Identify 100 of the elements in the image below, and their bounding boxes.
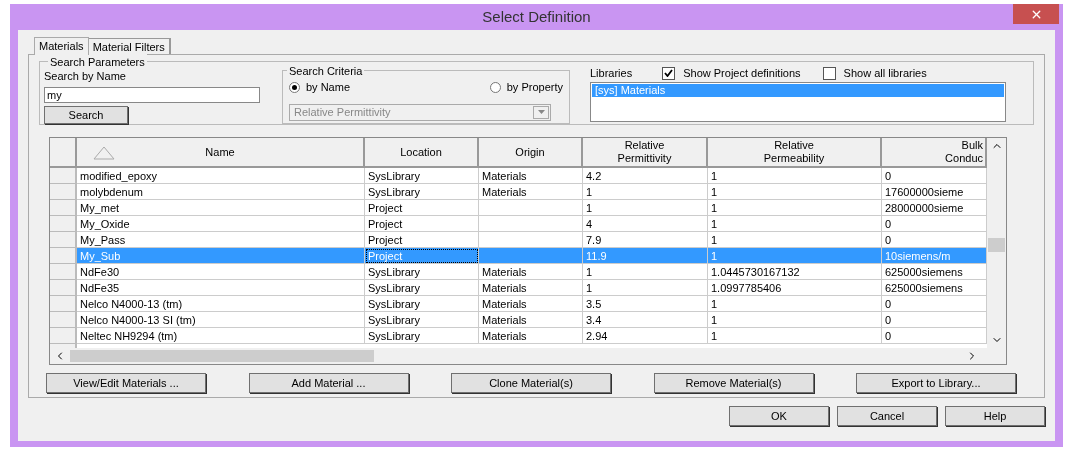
table-row[interactable]: My_Pass Project 7.9 1 0 [50,232,987,249]
column-header[interactable]: Relative Permeability [708,138,882,169]
table-cell: 0 [882,296,987,313]
checkbox[interactable] [662,66,676,80]
table-cell: 3.5 [583,296,708,313]
table-cell: 0 [882,312,987,329]
table-cell: molybdenum [77,184,365,201]
radio-label: by Name [306,80,351,95]
dropdown-arrow-icon [537,110,545,114]
table-cell: 1 [708,184,882,201]
column-header[interactable]: Relative Permittivity [583,138,708,169]
scrollbar-thumb[interactable] [70,350,374,362]
table-cell: SysLibrary [365,280,479,297]
dialog-button[interactable]: Cancel [837,406,937,426]
table-cell: Materials [479,264,583,281]
table-cell: 4.2 [583,168,708,185]
table-cell: SysLibrary [365,168,479,185]
table-cell: 0 [882,232,987,249]
table-cell: SysLibrary [365,296,479,313]
table-row[interactable]: Nelco N4000-13 SI (tm) SysLibrary Materials 3.4 1 0 [50,312,987,329]
table-cell: 1 [583,200,708,217]
table-cell: 1 [583,280,708,297]
table-row[interactable]: Neltec NH9294 (tm) SysLibrary Materials 2.94 1 0 [50,328,987,345]
search-field[interactable]: my [44,86,260,103]
table-cell: Nelco N4000-13 SI (tm) [77,312,365,329]
table-cell: 11.9 [583,248,708,265]
table-cell: Materials [479,280,583,297]
table-cell: My_Sub [77,248,365,265]
table-cell: 7.9 [583,232,708,249]
table-cell: 10siemens/m [882,248,987,265]
table-cell: My_met [77,200,365,217]
action-button[interactable]: Export to Library... [856,373,1016,393]
table-cell: Materials [479,168,583,185]
action-button[interactable]: Add Material ... [248,373,409,393]
table-cell: Nelco N4000-13 (tm) [77,296,365,313]
table-cell: 17600000sieme [882,184,987,201]
table-cell: NdFe30 [77,264,365,281]
radio-button[interactable] [289,81,300,93]
table-cell: My_Oxide [77,216,365,233]
table-cell: My_Pass [77,232,365,249]
field-label: Search by Name [44,69,127,84]
table-cell: Materials [479,296,583,313]
table-cell: SysLibrary [365,328,479,345]
table-cell: 0 [882,168,987,185]
table-cell: Materials [479,312,583,329]
table-cell: SysLibrary [365,264,479,281]
column-header[interactable]: Location [365,138,479,169]
table-row[interactable]: My_met Project 1 1 28000000sieme [50,200,987,217]
column-header[interactable]: Bulk Conduc [882,138,987,169]
table-cell: Materials [479,328,583,345]
libraries-label: Libraries [590,65,633,81]
table-cell: Project [365,200,479,217]
radio-label: by Property [506,80,563,95]
table-cell: SysLibrary [365,184,479,201]
column-header[interactable]: Origin [479,138,583,169]
table-cell: 1.0997785406 [708,280,882,297]
table-row[interactable]: modified_epoxy SysLibrary Materials 4.2 1 0 [50,168,987,185]
table-cell: 1 [583,264,708,281]
table-cell: 0 [882,216,987,233]
checkbox[interactable] [822,66,836,80]
dialog-button[interactable]: Help [945,406,1045,426]
check-icon [664,69,674,77]
table-cell: Materials [479,184,583,201]
table-cell: 3.4 [583,312,708,329]
table-cell: 1 [583,184,708,201]
table-cell: 1 [708,168,882,185]
close-button[interactable] [1013,4,1059,24]
checkbox-label: Show Project definitions [683,65,801,81]
radio-button[interactable] [489,81,501,93]
table-cell: 1 [708,328,882,345]
table-row[interactable]: My_Oxide Project 4 1 0 [50,216,987,233]
table-row[interactable]: NdFe30 SysLibrary Materials 1 1.0445730167132 625000siemens [50,264,987,281]
table-row[interactable]: NdFe35 SysLibrary Materials 1 1.0997785406 625000siemens [50,280,987,297]
table-cell: 1 [708,216,882,233]
table-row[interactable]: molybdenum SysLibrary Materials 1 1 17600000sieme [50,184,987,201]
table-cell: 0 [882,328,987,345]
table-cell: 1 [708,296,882,313]
search-button[interactable]: Search [44,105,128,124]
action-button[interactable]: View/Edit Materials ... [46,373,206,393]
table-cell: 1 [708,312,882,329]
table-cell: 2.94 [583,328,708,345]
scrollbar-thumb[interactable] [988,238,1005,252]
table-cell: 1.0445730167132 [708,264,882,281]
table-cell: 625000siemens [882,280,987,297]
column-header[interactable]: Name [77,138,365,169]
tab[interactable]: Material Filters [88,38,171,54]
table-cell: 28000000sieme [882,200,987,217]
table-cell: 4 [583,216,708,233]
action-button[interactable]: Remove Material(s) [653,373,814,393]
table-cell: 625000siemens [882,264,987,281]
table-cell: 1 [708,248,882,265]
action-button[interactable]: Clone Material(s) [451,373,611,393]
table-cell: 1 [708,232,882,249]
table-cell: NdFe35 [77,280,365,297]
table-cell: Neltec NH9294 (tm) [77,328,365,345]
dialog-button[interactable]: OK [729,406,829,426]
tab[interactable]: Materials [34,37,89,55]
sort-triangle-icon [93,146,115,160]
window-title: Select Definition [481,6,592,27]
table-row[interactable]: Nelco N4000-13 (tm) SysLibrary Materials 3.5 1 0 [50,296,987,313]
